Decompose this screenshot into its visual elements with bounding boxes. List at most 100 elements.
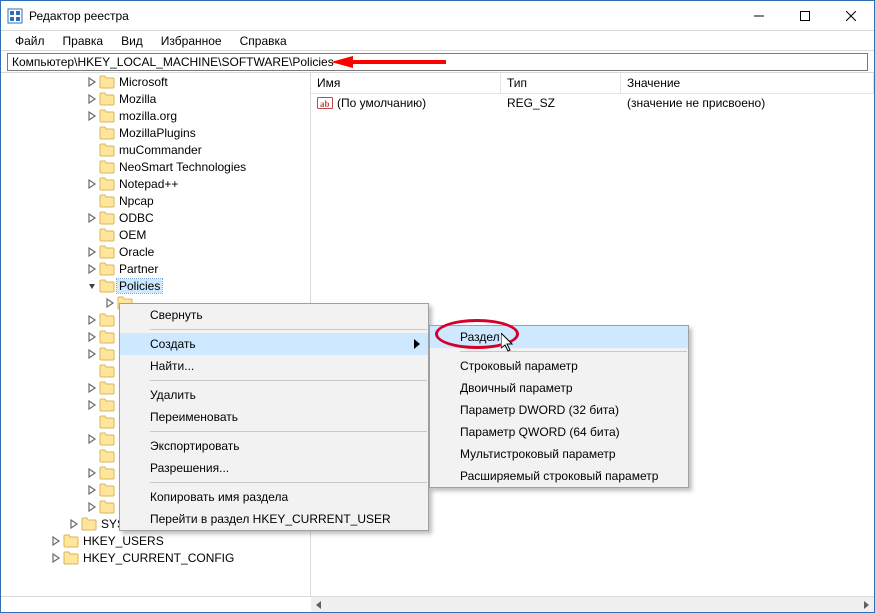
indent — [1, 302, 103, 303]
scroll-right-icon[interactable] — [858, 597, 874, 612]
expander-closed-icon[interactable] — [85, 177, 99, 191]
indent — [1, 81, 85, 82]
expander-closed-icon[interactable] — [85, 211, 99, 225]
ctx-collapse[interactable]: Свернуть — [120, 304, 428, 326]
folder-icon — [99, 381, 115, 395]
sub-binary[interactable]: Двоичный параметр — [430, 377, 688, 399]
ctx-create[interactable]: Создать — [120, 333, 428, 355]
indent — [1, 98, 85, 99]
expander-closed-icon[interactable] — [103, 296, 117, 310]
minimize-button[interactable] — [736, 1, 782, 30]
expander-closed-icon[interactable] — [85, 245, 99, 259]
horizontal-scrollbar[interactable] — [311, 597, 874, 612]
tree-item[interactable]: HKEY_USERS — [1, 532, 310, 549]
menu-file[interactable]: Файл — [7, 31, 53, 50]
tree-item[interactable]: Npcap — [1, 192, 310, 209]
expander-closed-icon[interactable] — [85, 500, 99, 514]
close-button[interactable] — [828, 1, 874, 30]
tree-item[interactable]: Microsoft — [1, 73, 310, 90]
expander-closed-icon[interactable] — [49, 534, 63, 548]
expander-closed-icon[interactable] — [85, 432, 99, 446]
tree-item[interactable]: Policies — [1, 277, 310, 294]
tree-item[interactable]: muCommander — [1, 141, 310, 158]
ctx-goto-hkcu[interactable]: Перейти в раздел HKEY_CURRENT_USER — [120, 508, 428, 530]
indent — [1, 319, 85, 320]
expander-closed-icon[interactable] — [67, 517, 81, 531]
list-row[interactable]: ab (По умолчанию) REG_SZ (значение не пр… — [311, 94, 874, 112]
expander-closed-icon[interactable] — [85, 75, 99, 89]
folder-icon — [99, 347, 115, 361]
indent — [1, 506, 85, 507]
ctx-copy-key-name[interactable]: Копировать имя раздела — [120, 486, 428, 508]
tree-item-label: mozilla.org — [117, 109, 179, 123]
indent — [1, 353, 85, 354]
cell-name-text: (По умолчанию) — [337, 96, 426, 110]
tree-item-label: Oracle — [117, 245, 156, 259]
expander-none — [85, 364, 99, 378]
expander-open-icon[interactable] — [85, 279, 99, 293]
folder-icon — [99, 109, 115, 123]
col-value[interactable]: Значение — [621, 73, 874, 93]
tree-item[interactable]: NeoSmart Technologies — [1, 158, 310, 175]
expander-closed-icon[interactable] — [85, 92, 99, 106]
menu-favorites[interactable]: Избранное — [153, 31, 230, 50]
tree-item[interactable]: mozilla.org — [1, 107, 310, 124]
menu-bar: Файл Правка Вид Избранное Справка — [1, 31, 874, 51]
tree-item[interactable]: OEM — [1, 226, 310, 243]
folder-icon — [81, 517, 97, 531]
address-bar: Компьютер\HKEY_LOCAL_MACHINE\SOFTWARE\Po… — [1, 51, 874, 73]
col-type[interactable]: Тип — [501, 73, 621, 93]
sub-string[interactable]: Строковый параметр — [430, 355, 688, 377]
separator — [150, 431, 427, 432]
col-name[interactable]: Имя — [311, 73, 501, 93]
regedit-icon — [7, 8, 23, 24]
tree-item[interactable]: Notepad++ — [1, 175, 310, 192]
sub-key[interactable]: Раздел — [430, 326, 688, 348]
ctx-find[interactable]: Найти... — [120, 355, 428, 377]
ctx-export[interactable]: Экспортировать — [120, 435, 428, 457]
tree-item[interactable]: Mozilla — [1, 90, 310, 107]
expander-closed-icon[interactable] — [85, 381, 99, 395]
expander-closed-icon[interactable] — [49, 551, 63, 565]
expander-closed-icon[interactable] — [85, 466, 99, 480]
tree-item-label: Microsoft — [117, 75, 170, 89]
tree-item[interactable]: HKEY_CURRENT_CONFIG — [1, 549, 310, 566]
folder-icon — [99, 75, 115, 89]
expander-closed-icon[interactable] — [85, 109, 99, 123]
expander-closed-icon[interactable] — [85, 398, 99, 412]
maximize-button[interactable] — [782, 1, 828, 30]
expander-closed-icon[interactable] — [85, 347, 99, 361]
expander-closed-icon[interactable] — [85, 483, 99, 497]
indent — [1, 115, 85, 116]
tree-item-label: Partner — [117, 262, 160, 276]
sub-multi[interactable]: Мультистроковый параметр — [430, 443, 688, 465]
submenu-arrow-icon — [414, 339, 422, 349]
menu-edit[interactable]: Правка — [55, 31, 112, 50]
menu-help[interactable]: Справка — [232, 31, 295, 50]
indent — [1, 132, 85, 133]
sub-expand[interactable]: Расширяемый строковый параметр — [430, 465, 688, 487]
indent — [1, 183, 85, 184]
ctx-permissions[interactable]: Разрешения... — [120, 457, 428, 479]
tree-item[interactable]: Partner — [1, 260, 310, 277]
expander-closed-icon[interactable] — [85, 330, 99, 344]
tree-item-label: MozillaPlugins — [117, 126, 198, 140]
sub-dword[interactable]: Параметр DWORD (32 бита) — [430, 399, 688, 421]
tree-item[interactable]: ODBC — [1, 209, 310, 226]
indent — [1, 217, 85, 218]
sub-qword[interactable]: Параметр QWORD (64 бита) — [430, 421, 688, 443]
folder-icon — [99, 92, 115, 106]
tree-item[interactable]: Oracle — [1, 243, 310, 260]
tree-item[interactable]: MozillaPlugins — [1, 124, 310, 141]
address-input[interactable]: Компьютер\HKEY_LOCAL_MACHINE\SOFTWARE\Po… — [7, 53, 868, 71]
expander-closed-icon[interactable] — [85, 313, 99, 327]
menu-view[interactable]: Вид — [113, 31, 151, 50]
expander-none — [85, 194, 99, 208]
scroll-left-icon[interactable] — [311, 597, 327, 612]
indent — [1, 404, 85, 405]
ctx-delete[interactable]: Удалить — [120, 384, 428, 406]
indent — [1, 472, 85, 473]
ctx-rename[interactable]: Переименовать — [120, 406, 428, 428]
expander-closed-icon[interactable] — [85, 262, 99, 276]
folder-icon — [99, 262, 115, 276]
